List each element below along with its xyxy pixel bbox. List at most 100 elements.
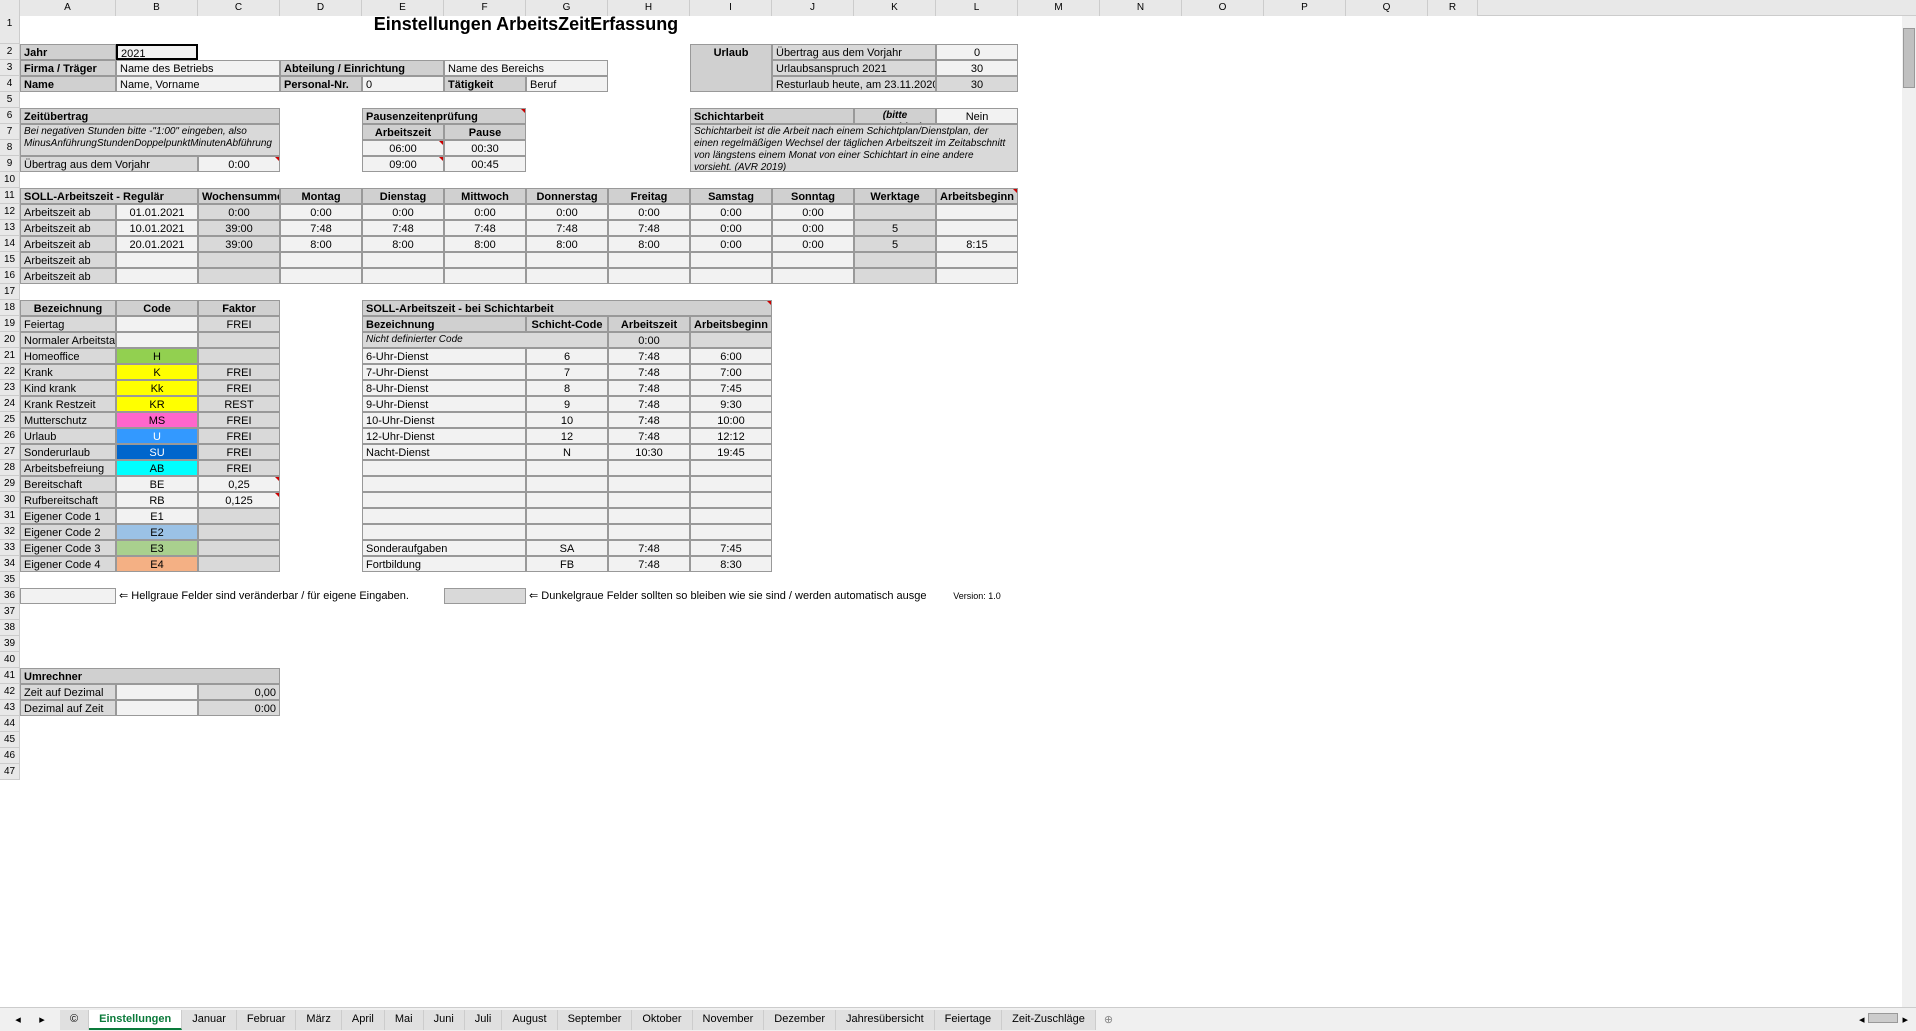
soll-v-4-2[interactable] xyxy=(444,268,526,284)
code-code-2[interactable]: H xyxy=(116,348,198,364)
sschicht-ab-4[interactable]: 10:00 xyxy=(690,412,772,428)
row-header-45[interactable]: 45 xyxy=(0,732,20,748)
soll-v-0-3[interactable]: 0:00 xyxy=(526,204,608,220)
sschicht-empty-a-32[interactable] xyxy=(608,524,690,540)
row-header-8[interactable]: 8 xyxy=(0,140,20,156)
col-header-P[interactable]: P xyxy=(1264,0,1346,16)
row-header-5[interactable]: 5 xyxy=(0,92,20,108)
row-header-22[interactable]: 22 xyxy=(0,364,20,380)
soll-v-3-1[interactable] xyxy=(362,252,444,268)
soll-v-2-3[interactable]: 8:00 xyxy=(526,236,608,252)
sschicht-empty-b-31[interactable] xyxy=(362,508,526,524)
soll-ab-4[interactable] xyxy=(936,268,1018,284)
sschicht-empty-s-29[interactable] xyxy=(690,476,772,492)
col-header-B[interactable]: B xyxy=(116,0,198,16)
sschicht-empty-a-29[interactable] xyxy=(608,476,690,492)
row-header-19[interactable]: 19 xyxy=(0,316,20,332)
col-header-I[interactable]: I xyxy=(690,0,772,16)
row-header-4[interactable]: 4 xyxy=(0,76,20,92)
input-name[interactable]: Name, Vorname xyxy=(116,76,280,92)
row-header-1[interactable]: 1 xyxy=(0,16,20,44)
sheet-tab-februar[interactable]: Februar xyxy=(237,1010,297,1030)
sschicht-ab-6[interactable]: 19:45 xyxy=(690,444,772,460)
row-header-47[interactable]: 47 xyxy=(0,764,20,780)
sschicht-ab-0[interactable]: 6:00 xyxy=(690,348,772,364)
soll-v-1-3[interactable]: 7:48 xyxy=(526,220,608,236)
sschicht-ex-az-1[interactable]: 7:48 xyxy=(608,556,690,572)
row-header-24[interactable]: 24 xyxy=(0,396,20,412)
schicht-value[interactable]: Nein xyxy=(936,108,1018,124)
sschicht-bez-1[interactable]: 7-Uhr-Dienst xyxy=(362,364,526,380)
label-jahr[interactable]: Jahr xyxy=(20,44,116,60)
col-header-A[interactable]: A xyxy=(20,0,116,16)
row-header-36[interactable]: 36 xyxy=(0,588,20,604)
row-header-16[interactable]: 16 xyxy=(0,268,20,284)
soll-ab-2[interactable]: 8:15 xyxy=(936,236,1018,252)
row-header-7[interactable]: 7 xyxy=(0,124,20,140)
code-code-6[interactable]: MS xyxy=(116,412,198,428)
row-header-35[interactable]: 35 xyxy=(0,572,20,588)
input-personalnr[interactable]: 0 xyxy=(362,76,444,92)
row-header-18[interactable]: 18 xyxy=(0,300,20,316)
soll-v-2-5[interactable]: 0:00 xyxy=(690,236,772,252)
sschicht-ab-5[interactable]: 12:12 xyxy=(690,428,772,444)
soll-date-1[interactable]: 10.01.2021 xyxy=(116,220,198,236)
label-abteilung[interactable]: Abteilung / Einrichtung xyxy=(280,60,444,76)
col-header-F[interactable]: F xyxy=(444,0,526,16)
row-header-30[interactable]: 30 xyxy=(0,492,20,508)
soll-date-4[interactable] xyxy=(116,268,198,284)
soll-v-4-1[interactable] xyxy=(362,268,444,284)
pausen-r1-az[interactable]: 06:00 xyxy=(362,140,444,156)
input-firma[interactable]: Name des Betriebs xyxy=(116,60,280,76)
col-header-R[interactable]: R xyxy=(1428,0,1478,16)
sschicht-empty-b-30[interactable] xyxy=(362,492,526,508)
soll-v-0-6[interactable]: 0:00 xyxy=(772,204,854,220)
urlaub-r2-value[interactable]: 30 xyxy=(936,60,1018,76)
col-header-N[interactable]: N xyxy=(1100,0,1182,16)
soll-v-1-4[interactable]: 7:48 xyxy=(608,220,690,236)
soll-date-0[interactable]: 01.01.2021 xyxy=(116,204,198,220)
row-header-15[interactable]: 15 xyxy=(0,252,20,268)
row-header-42[interactable]: 42 xyxy=(0,684,20,700)
code-code-15[interactable]: E4 xyxy=(116,556,198,572)
row-header-28[interactable]: 28 xyxy=(0,460,20,476)
soll-v-0-0[interactable]: 0:00 xyxy=(280,204,362,220)
code-code-10[interactable]: BE xyxy=(116,476,198,492)
sheet-tab-jahresübersicht[interactable]: Jahresübersicht xyxy=(836,1010,935,1030)
sschicht-bez-4[interactable]: 10-Uhr-Dienst xyxy=(362,412,526,428)
row-header-32[interactable]: 32 xyxy=(0,524,20,540)
row-header-29[interactable]: 29 xyxy=(0,476,20,492)
hscroll-thumb[interactable] xyxy=(1868,1013,1898,1023)
label-firma[interactable]: Firma / Träger xyxy=(20,60,116,76)
soll-ab-0[interactable] xyxy=(936,204,1018,220)
col-header-L[interactable]: L xyxy=(936,0,1018,16)
sschicht-bez-2[interactable]: 8-Uhr-Dienst xyxy=(362,380,526,396)
tab-prev-icon[interactable]: ▸ xyxy=(39,1013,45,1026)
vertical-scrollbar[interactable] xyxy=(1902,16,1916,1007)
soll-v-0-2[interactable]: 0:00 xyxy=(444,204,526,220)
soll-v-2-1[interactable]: 8:00 xyxy=(362,236,444,252)
col-header-E[interactable]: E xyxy=(362,0,444,16)
soll-v-3-6[interactable] xyxy=(772,252,854,268)
soll-v-2-6[interactable]: 0:00 xyxy=(772,236,854,252)
sschicht-ex-ab-0[interactable]: 7:45 xyxy=(690,540,772,556)
sheet-tab-juni[interactable]: Juni xyxy=(424,1010,465,1030)
sschicht-empty-c-31[interactable] xyxy=(526,508,608,524)
label-taetigkeit[interactable]: Tätigkeit xyxy=(444,76,526,92)
sschicht-bez-5[interactable]: 12-Uhr-Dienst xyxy=(362,428,526,444)
row-header-33[interactable]: 33 xyxy=(0,540,20,556)
sheet-tab-juli[interactable]: Juli xyxy=(465,1010,503,1030)
code-code-14[interactable]: E3 xyxy=(116,540,198,556)
soll-v-1-1[interactable]: 7:48 xyxy=(362,220,444,236)
sschicht-az-0[interactable]: 7:48 xyxy=(608,348,690,364)
row-header-13[interactable]: 13 xyxy=(0,220,20,236)
code-code-11[interactable]: RB xyxy=(116,492,198,508)
row-header-39[interactable]: 39 xyxy=(0,636,20,652)
sschicht-bez-6[interactable]: Nacht-Dienst xyxy=(362,444,526,460)
row-header-41[interactable]: 41 xyxy=(0,668,20,684)
row-header-2[interactable]: 2 xyxy=(0,44,20,60)
sschicht-code-0[interactable]: 6 xyxy=(526,348,608,364)
sschicht-empty-a-31[interactable] xyxy=(608,508,690,524)
soll-v-1-6[interactable]: 0:00 xyxy=(772,220,854,236)
soll-v-3-4[interactable] xyxy=(608,252,690,268)
